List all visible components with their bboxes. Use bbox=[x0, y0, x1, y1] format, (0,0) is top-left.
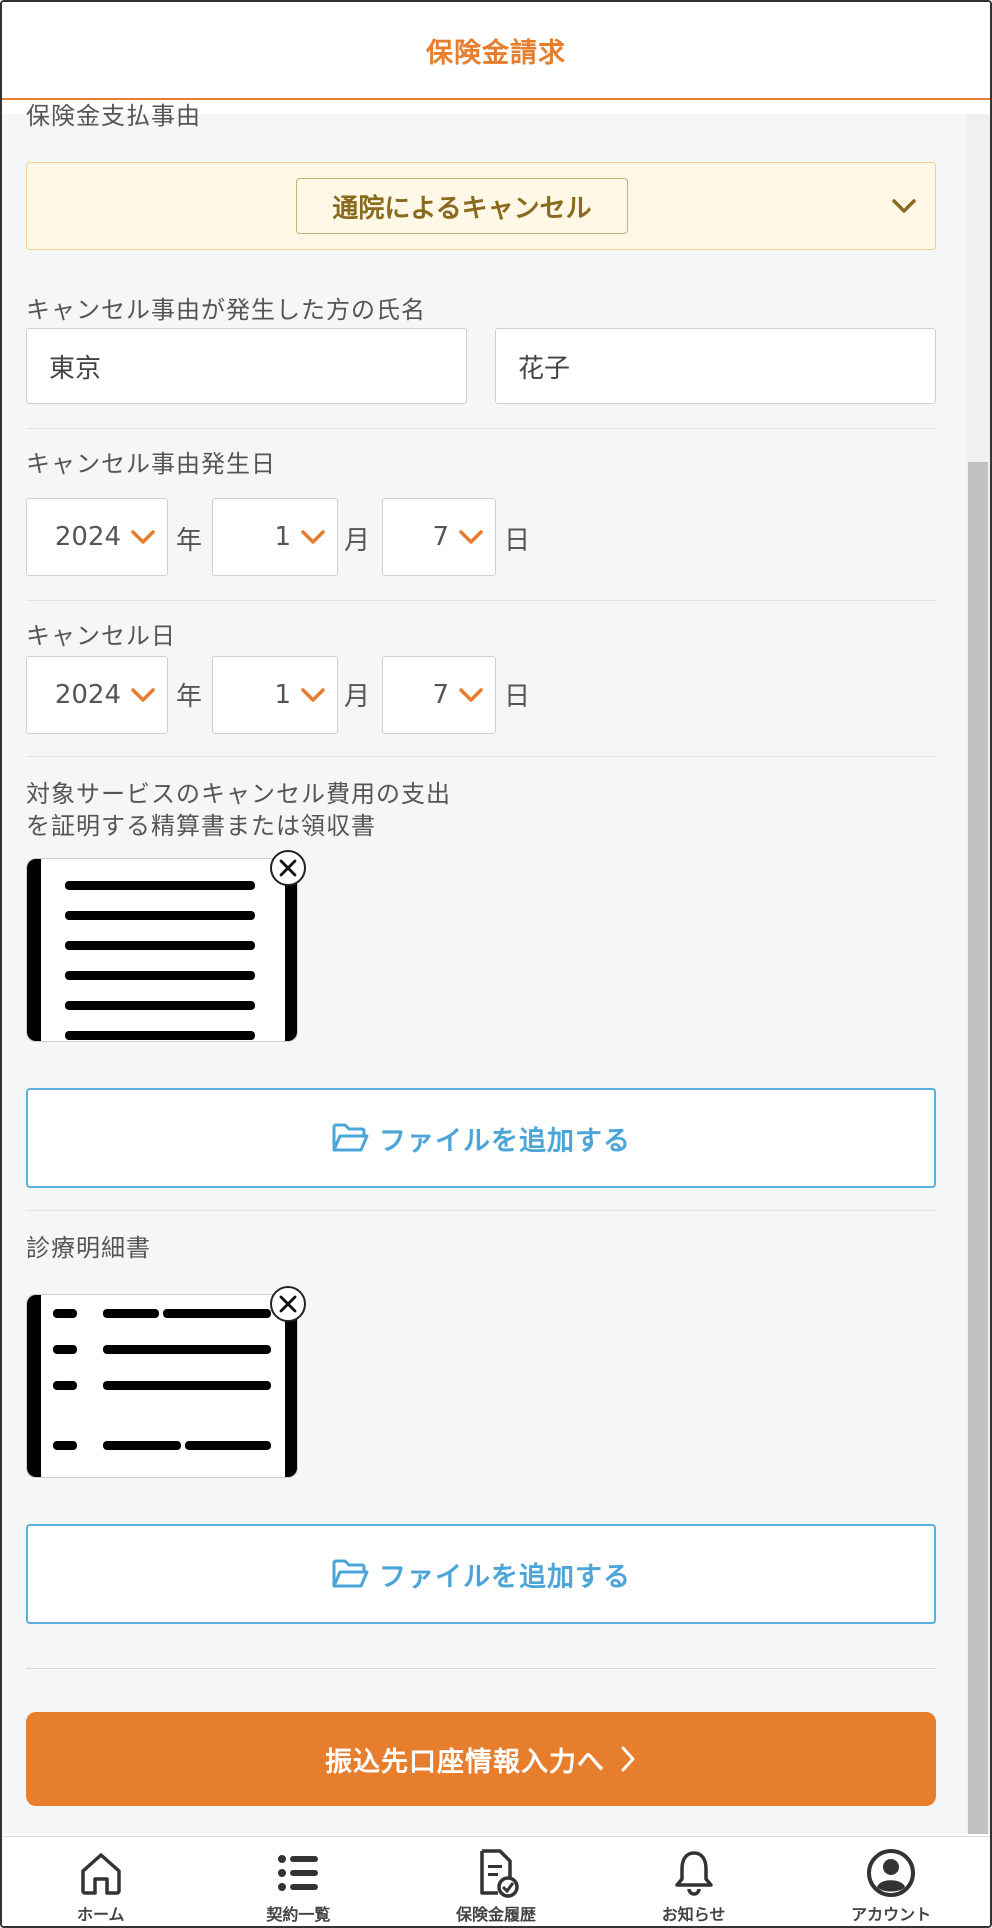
chevron-down-icon bbox=[131, 688, 155, 702]
day-unit: 日 bbox=[504, 526, 531, 556]
page-title: 保険金請求 bbox=[426, 37, 566, 69]
occurrence-month-select[interactable]: 1 bbox=[212, 498, 338, 576]
next-to-bank-info-button[interactable]: 振込先口座情報入力へ bbox=[26, 1712, 936, 1806]
occurrence-month-value: 1 bbox=[274, 522, 291, 552]
last-name-input[interactable]: 東京 bbox=[26, 328, 467, 404]
person-name-label: キャンセル事由が発生した方の氏名 bbox=[26, 296, 426, 324]
payment-reason-label: 保険金支払事由 bbox=[26, 102, 201, 130]
payment-reason-value: 通院によるキャンセル bbox=[296, 178, 628, 234]
chevron-right-icon bbox=[621, 1746, 635, 1772]
cancel-year-value: 2024 bbox=[54, 680, 121, 710]
year-unit: 年 bbox=[176, 526, 203, 556]
nav-account[interactable]: アカウント bbox=[792, 1837, 990, 1926]
close-icon bbox=[279, 1295, 297, 1313]
chevron-down-icon bbox=[459, 688, 483, 702]
receipt-thumbnail[interactable] bbox=[26, 858, 298, 1042]
add-medical-file-button[interactable]: ファイルを追加する bbox=[26, 1524, 936, 1624]
list-icon bbox=[278, 1855, 319, 1891]
remove-receipt-button[interactable] bbox=[270, 850, 306, 886]
chevron-down-icon bbox=[131, 530, 155, 544]
month-unit: 月 bbox=[344, 526, 371, 556]
bottom-nav: ホーム 契約一覧 保険金履歴 お知らせ アカウント bbox=[2, 1836, 990, 1926]
bell-icon bbox=[674, 1851, 713, 1896]
nav-notifications-label: お知らせ bbox=[661, 1905, 726, 1924]
home-icon bbox=[81, 1853, 121, 1895]
nav-home-label: ホーム bbox=[77, 1905, 125, 1924]
scroll-thumb[interactable] bbox=[968, 462, 988, 1834]
nav-account-label: アカウント bbox=[851, 1905, 932, 1924]
scrollbar[interactable] bbox=[966, 114, 990, 1834]
occurrence-year-select[interactable]: 2024 bbox=[26, 498, 168, 576]
chevron-down-icon bbox=[301, 530, 325, 544]
nav-notifications[interactable]: お知らせ bbox=[595, 1837, 793, 1926]
cancel-day-select[interactable]: 7 bbox=[382, 656, 496, 734]
claim-form: 保険金支払事由 通院によるキャンセル キャンセル事由が発生した方の氏名 東京 花… bbox=[2, 102, 966, 1834]
day-unit: 日 bbox=[504, 682, 531, 712]
year-unit: 年 bbox=[176, 682, 203, 712]
divider bbox=[26, 600, 936, 601]
document-preview-icon bbox=[27, 859, 297, 1041]
claim-history-icon bbox=[480, 1849, 519, 1898]
cancel-month-value: 1 bbox=[274, 680, 291, 710]
nav-claim-history-label: 保険金履歴 bbox=[455, 1905, 536, 1924]
close-icon bbox=[279, 859, 297, 877]
header: 保険金請求 bbox=[2, 2, 990, 100]
add-receipt-file-button[interactable]: ファイルを追加する bbox=[26, 1088, 936, 1188]
document-preview-icon bbox=[27, 1295, 297, 1477]
folder-open-icon bbox=[332, 1123, 369, 1152]
month-unit: 月 bbox=[344, 682, 371, 712]
occurrence-day-select[interactable]: 7 bbox=[382, 498, 496, 576]
receipt-doc-label-line2: を証明する精算書または領収書 bbox=[26, 812, 376, 840]
occurrence-year-value: 2024 bbox=[54, 522, 121, 552]
next-button-label: 振込先口座情報入力へ bbox=[325, 1746, 605, 1778]
cancel-date-label: キャンセル日 bbox=[26, 622, 176, 650]
medical-doc-label: 診療明細書 bbox=[26, 1234, 151, 1262]
chevron-down-icon bbox=[301, 688, 325, 702]
app-frame: 保険金請求 保険金支払事由 通院によるキャンセル キャンセル事由が発生した方の氏… bbox=[0, 0, 992, 1928]
payment-reason-select[interactable]: 通院によるキャンセル bbox=[26, 162, 936, 250]
occurrence-day-value: 7 bbox=[432, 522, 449, 552]
add-file-label: ファイルを追加する bbox=[379, 1561, 631, 1593]
divider bbox=[26, 1210, 936, 1211]
chevron-down-icon bbox=[892, 199, 916, 213]
divider bbox=[26, 428, 936, 429]
nav-claim-history[interactable]: 保険金履歴 bbox=[397, 1837, 595, 1926]
first-name-input[interactable]: 花子 bbox=[495, 328, 936, 404]
folder-open-icon bbox=[332, 1559, 369, 1588]
divider bbox=[26, 1668, 936, 1669]
nav-contracts[interactable]: 契約一覧 bbox=[200, 1837, 398, 1926]
nav-home[interactable]: ホーム bbox=[2, 1837, 200, 1926]
account-icon bbox=[867, 1849, 916, 1897]
nav-contracts-label: 契約一覧 bbox=[266, 1905, 331, 1924]
medical-thumbnail[interactable] bbox=[26, 1294, 298, 1478]
occurrence-date-label: キャンセル事由発生日 bbox=[26, 450, 276, 478]
add-file-label: ファイルを追加する bbox=[379, 1125, 631, 1157]
divider bbox=[26, 756, 936, 757]
cancel-month-select[interactable]: 1 bbox=[212, 656, 338, 734]
cancel-year-select[interactable]: 2024 bbox=[26, 656, 168, 734]
cancel-day-value: 7 bbox=[432, 680, 449, 710]
chevron-down-icon bbox=[459, 530, 483, 544]
remove-medical-button[interactable] bbox=[270, 1286, 306, 1322]
receipt-doc-label-line1: 対象サービスのキャンセル費用の支出 bbox=[26, 780, 451, 808]
